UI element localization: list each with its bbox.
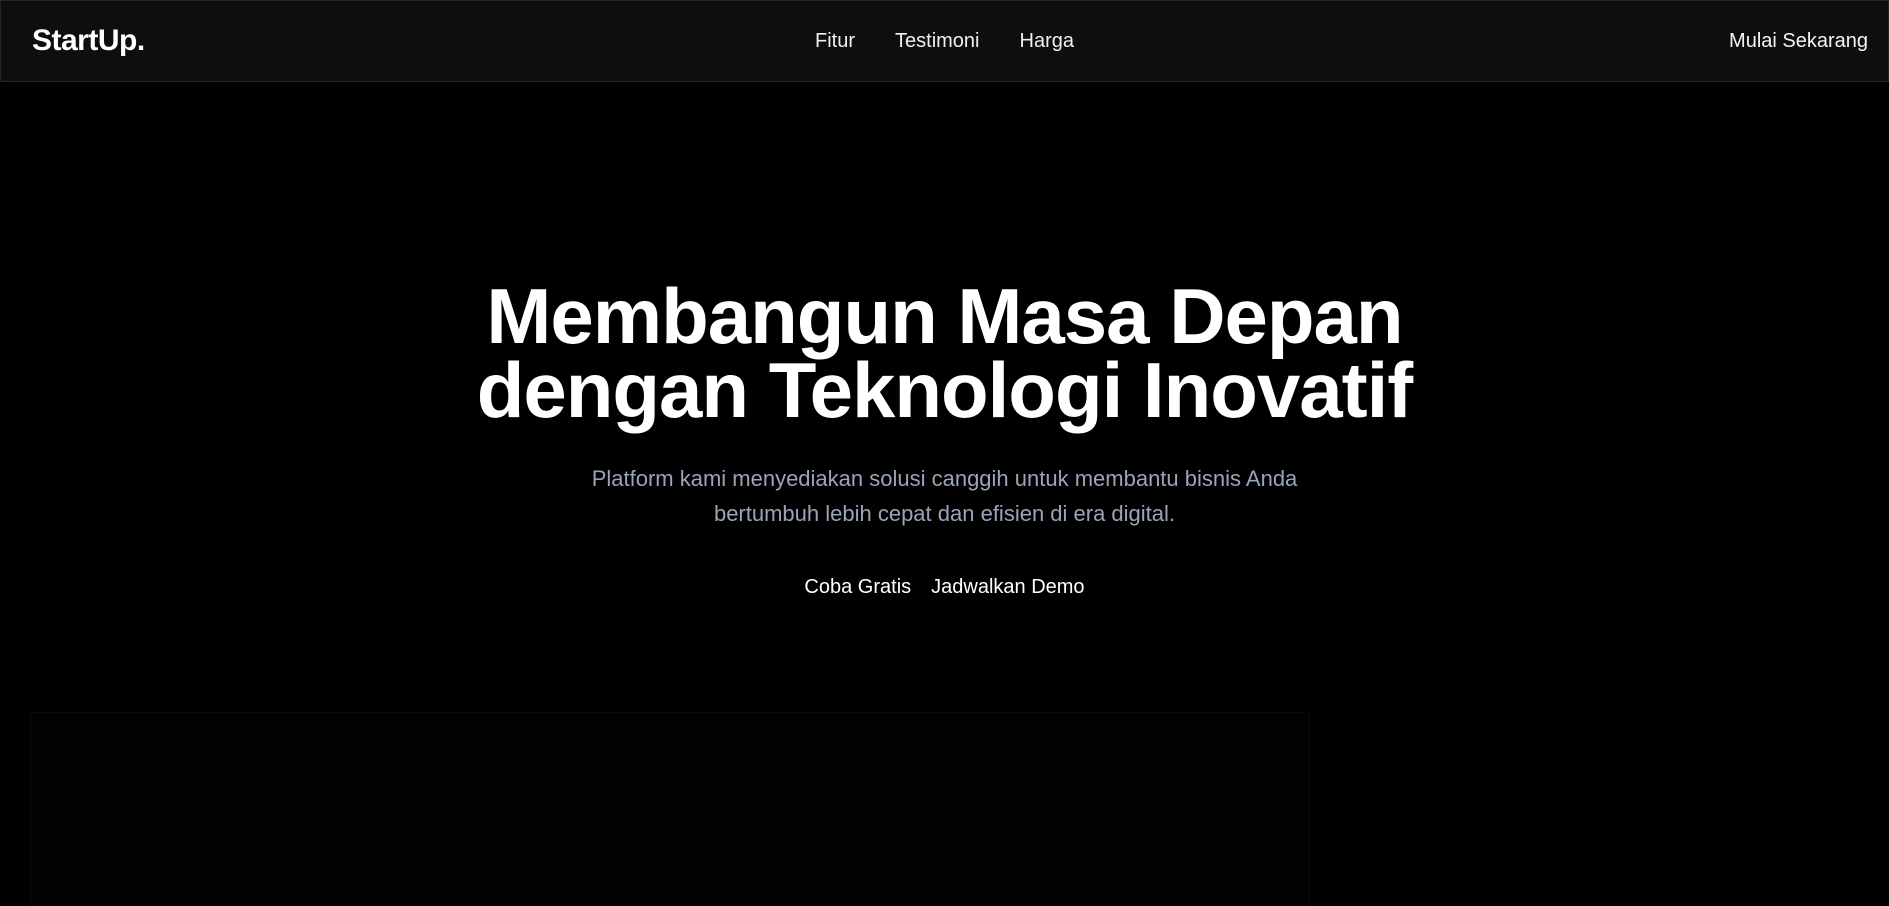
product-preview-panel [30, 712, 1310, 906]
mulai-sekarang-button[interactable]: Mulai Sekarang [1729, 30, 1868, 53]
top-navbar: StartUp. Fitur Testimoni Harga Mulai Sek… [0, 0, 1889, 82]
coba-gratis-button[interactable]: Coba Gratis [804, 576, 911, 599]
hero-title: Membangun Masa Depan dengan Teknologi In… [0, 272, 1889, 434]
jadwalkan-demo-button[interactable]: Jadwalkan Demo [931, 576, 1084, 599]
hero-subtitle-line-1: Platform kami menyediakan solusi canggih… [591, 466, 1298, 491]
nav-links: Fitur Testimoni Harga [1, 30, 1888, 53]
hero-subtitle-line-2: bertumbuh lebih cepat dan efisien di era… [713, 501, 1176, 526]
hero-section: Membangun Masa Depan dengan Teknologi In… [0, 82, 1889, 599]
nav-link-testimoni[interactable]: Testimoni [895, 30, 979, 53]
hero-title-line-2: dengan Teknologi Inovatif [476, 346, 1414, 434]
nav-link-fitur[interactable]: Fitur [815, 30, 855, 53]
hero-title-line-1: Membangun Masa Depan [486, 272, 1403, 360]
hero-buttons: Coba Gratis Jadwalkan Demo [0, 576, 1889, 599]
hero-subtitle: Platform kami menyediakan solusi canggih… [0, 461, 1889, 531]
nav-link-harga[interactable]: Harga [1020, 30, 1074, 53]
